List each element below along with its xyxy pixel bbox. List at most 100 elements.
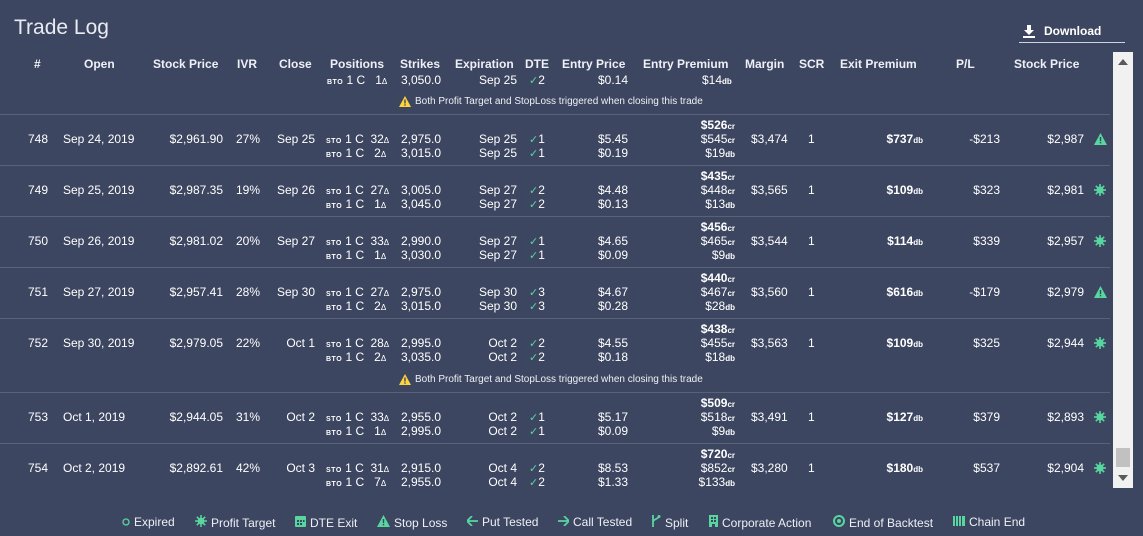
profit-target-icon (1094, 411, 1106, 426)
premium-value: $9db (711, 248, 735, 262)
premium-value: $455cr (700, 336, 735, 350)
margin-value: $3,491 (751, 410, 788, 424)
scroll-up-arrow-icon[interactable] (1118, 59, 1128, 65)
premium-value: $14db (702, 73, 732, 87)
strike-value: 2,915.0 (401, 461, 442, 475)
entry-price-value: $4.67 (598, 285, 629, 299)
position-leg: BTO 1 C 2Δ (326, 299, 387, 313)
dte-value: ✓2 (529, 461, 545, 475)
chain-end-icon (953, 515, 965, 529)
expiration-value: Sep 27 (478, 234, 517, 248)
premium-value: $9db (711, 424, 735, 438)
exit-premium: $114db (887, 234, 923, 248)
split-icon (651, 515, 661, 530)
net-premium: $440cr (700, 271, 735, 285)
trade-id: 748 (28, 132, 49, 146)
entry-price-value: $4.65 (598, 234, 629, 248)
legend-item: Corporate Action (709, 515, 811, 530)
position-leg: STO 1 C 33Δ (326, 234, 390, 248)
dte-exit-icon (295, 515, 306, 530)
dte-value: ✓2 (529, 183, 545, 197)
premium-value: $18db (705, 350, 735, 364)
legend-item: Stop Loss (377, 515, 447, 530)
net-premium: $526cr (700, 118, 735, 132)
legend-item: Call Tested (558, 515, 632, 529)
strike-value: 3,015.0 (401, 299, 442, 313)
warning-icon (399, 96, 411, 107)
strike-value: 2,955.0 (401, 410, 442, 424)
expiration-value: Sep 27 (478, 183, 517, 197)
legend-item: End of Backtest (833, 515, 933, 530)
entry-price-value: $0.18 (598, 350, 629, 364)
ivr-value: 19% (236, 183, 261, 197)
close-stock-price: $2,957 (1047, 234, 1084, 248)
premium-value: $133db (698, 475, 735, 489)
open-date: Sep 30, 2019 (63, 336, 135, 350)
corporate-action-icon (709, 515, 718, 530)
strike-value: 2,990.0 (401, 234, 442, 248)
dte-value: ✓2 (529, 73, 545, 87)
strike-value: 2,975.0 (401, 132, 442, 146)
vertical-scrollbar[interactable] (1113, 52, 1133, 488)
stock-price: $2,892.61 (169, 461, 223, 475)
exit-premium: $109db (886, 336, 923, 350)
close-stock-price: $2,893 (1047, 410, 1084, 424)
net-premium: $509cr (700, 396, 735, 410)
scroll-down-arrow-icon[interactable] (1118, 475, 1128, 481)
margin-value: $3,560 (751, 285, 788, 299)
position-leg: STO 1 C 33Δ (326, 410, 390, 424)
legend-label: Stop Loss (394, 515, 448, 530)
scr-value: 1 (808, 410, 815, 424)
scr-value: 1 (808, 285, 815, 299)
close-date: Sep 27 (276, 234, 315, 248)
entry-price-value: $0.13 (598, 197, 629, 211)
margin-value: $3,544 (751, 234, 788, 248)
close-stock-price: $2,987 (1047, 132, 1084, 146)
pl-value: -$213 (969, 132, 1000, 146)
pl-value: $325 (973, 336, 1000, 350)
margin-value: $3,474 (751, 132, 788, 146)
stock-price: $2,961.90 (169, 132, 223, 146)
close-stock-price: $2,979 (1047, 285, 1084, 299)
entry-price-value: $0.14 (598, 73, 629, 87)
row-separator (0, 114, 1110, 115)
strike-value: 2,995.0 (401, 336, 442, 350)
entry-price-value: $0.19 (598, 146, 629, 160)
net-premium: $456cr (700, 220, 735, 234)
profit-target-icon (195, 515, 207, 530)
row-separator (0, 267, 1110, 268)
premium-value: $19db (705, 146, 735, 160)
stock-price: $2,957.41 (169, 285, 223, 299)
legend-label: Call Tested (573, 515, 633, 529)
trade-id: 751 (28, 285, 49, 299)
open-date: Sep 25, 2019 (63, 183, 135, 197)
position-leg: STO 1 C 28Δ (326, 336, 390, 350)
expiration-value: Sep 27 (478, 248, 517, 262)
dte-value: ✓3 (529, 285, 545, 299)
expiration-value: Sep 30 (478, 285, 517, 299)
strike-value: 3,050.0 (401, 73, 442, 87)
profit-target-icon (1094, 462, 1106, 477)
dte-value: ✓1 (529, 424, 545, 438)
dte-value: ✓1 (529, 132, 545, 146)
scroll-thumb[interactable] (1116, 448, 1130, 467)
stock-price: $2,944.05 (169, 410, 223, 424)
stop-loss-icon (1094, 133, 1107, 148)
position-leg: STO 1 C 27Δ (326, 183, 390, 197)
strike-value: 2,975.0 (401, 285, 442, 299)
premium-value: $545cr (700, 132, 735, 146)
ivr-value: 31% (236, 410, 261, 424)
end-of-backtest-icon (833, 515, 845, 530)
entry-price-value: $0.09 (598, 424, 629, 438)
exit-premium: $616db (886, 285, 923, 299)
legend-item: DTE Exit (295, 515, 357, 530)
expiration-value: Sep 27 (478, 197, 517, 211)
close-stock-price: $2,944 (1047, 336, 1084, 350)
legend-item: Put Tested (465, 515, 538, 529)
legend-label: Split (665, 515, 689, 530)
ivr-value: 22% (236, 336, 261, 350)
position-leg: BTO 1 C 1Δ (326, 248, 387, 262)
row-separator (0, 443, 1110, 444)
profit-target-icon (1094, 235, 1106, 250)
net-premium: $435cr (700, 169, 735, 183)
